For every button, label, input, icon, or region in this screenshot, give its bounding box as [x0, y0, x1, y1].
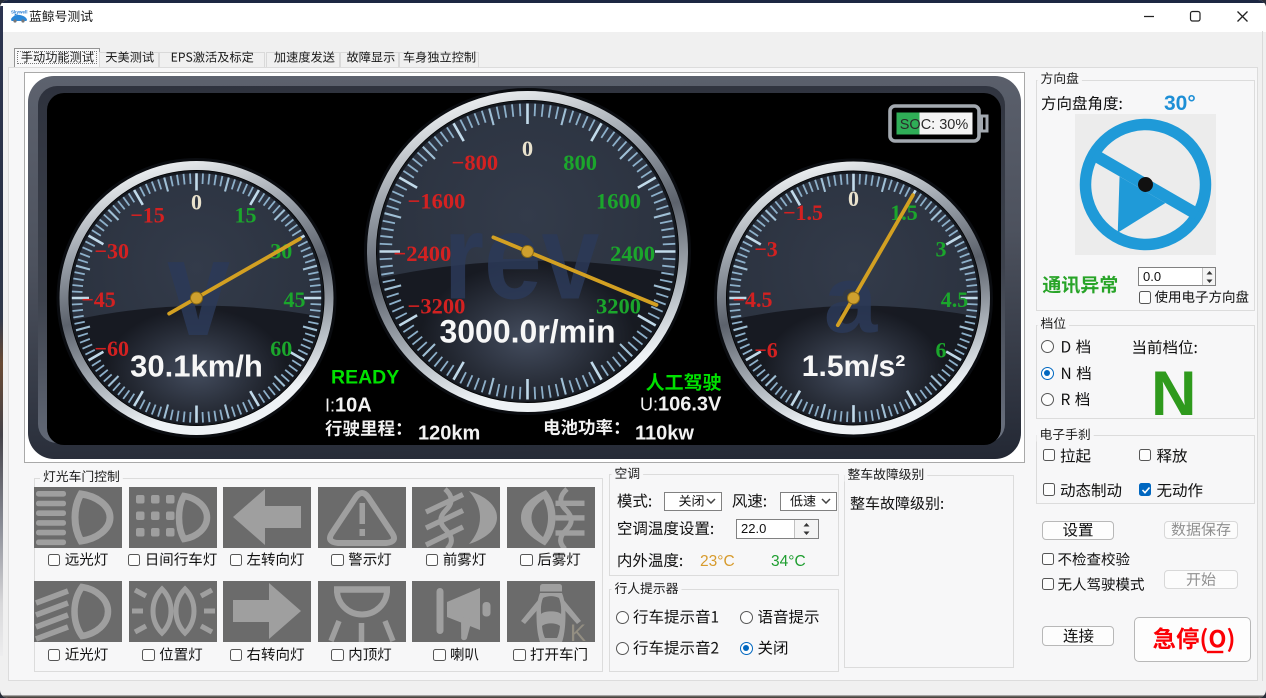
svg-text:120km: 120km: [418, 423, 480, 445]
svg-text:−800: −800: [452, 150, 499, 175]
svg-text:U:106.3V: U:106.3V: [640, 394, 722, 416]
svg-text:−2400: −2400: [393, 241, 451, 266]
svg-text:15: 15: [235, 202, 257, 227]
svg-text:0: 0: [848, 186, 859, 211]
svg-text:60: 60: [270, 336, 292, 361]
svg-text:−1600: −1600: [408, 188, 466, 213]
svg-text:−45: −45: [81, 287, 116, 312]
svg-text:−60: −60: [94, 336, 129, 361]
svg-text:K: K: [570, 620, 586, 642]
svg-text:READY: READY: [331, 367, 399, 389]
svg-text:−4.5: −4.5: [732, 287, 772, 312]
svg-text:1.5m/s²: 1.5m/s²: [802, 350, 905, 383]
svg-text:SOC: 30%: SOC: 30%: [900, 117, 969, 133]
svg-text:v: v: [167, 210, 230, 364]
svg-text:4.5: 4.5: [941, 287, 969, 312]
svg-text:2400: 2400: [610, 241, 655, 266]
svg-text:−6: −6: [754, 338, 778, 363]
svg-text:1600: 1600: [596, 188, 641, 213]
svg-text:800: 800: [563, 150, 597, 175]
svg-text:−1.5: −1.5: [783, 200, 823, 225]
svg-text:−3: −3: [754, 237, 778, 262]
svg-text:rev: rev: [444, 189, 600, 325]
svg-text:45: 45: [284, 287, 306, 312]
svg-text:6: 6: [936, 338, 947, 363]
svg-text:3000.0r/min: 3000.0r/min: [439, 313, 615, 349]
svg-text:0: 0: [522, 136, 533, 161]
svg-text:−30: −30: [94, 238, 129, 263]
svg-text:110kw: 110kw: [635, 423, 694, 445]
svg-text:30.1km/h: 30.1km/h: [130, 349, 263, 384]
svg-text:−15: −15: [130, 202, 165, 227]
svg-text:3: 3: [936, 237, 947, 262]
svg-text:I:10A: I:10A: [325, 395, 372, 417]
svg-text:0: 0: [191, 189, 202, 214]
